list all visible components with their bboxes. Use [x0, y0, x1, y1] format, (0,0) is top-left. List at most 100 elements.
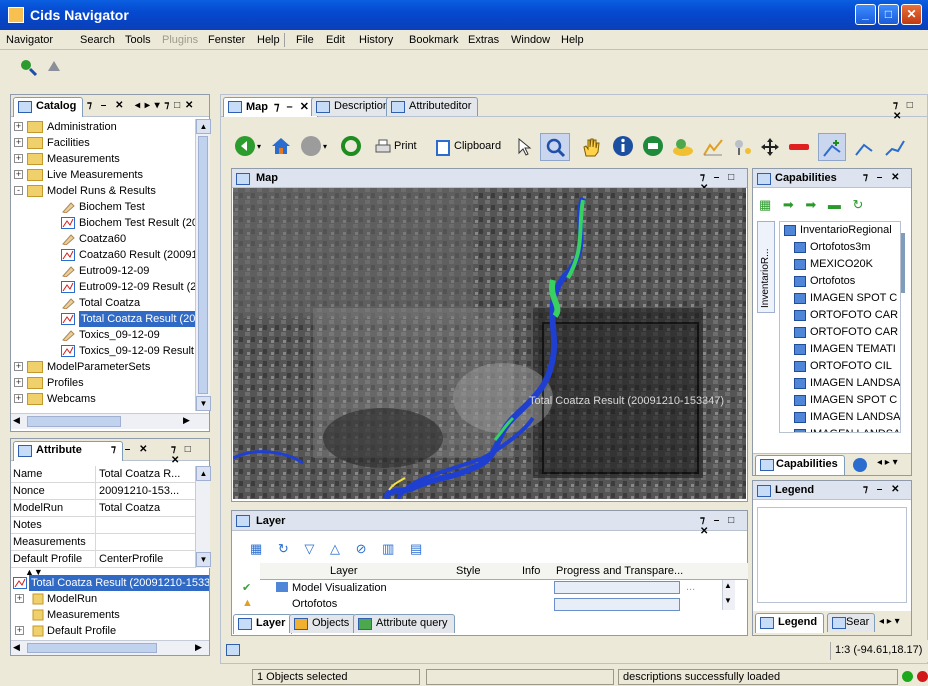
minimize-button[interactable]: _ [855, 4, 876, 25]
catalog-item[interactable]: Coatza60 [11, 231, 195, 247]
more-button[interactable]: ... [686, 581, 695, 593]
catalog-item[interactable]: + Live Measurements [11, 167, 195, 183]
center-window-controls[interactable]: ⁊ □ ✕ [893, 100, 927, 122]
expand-toggle[interactable]: + [14, 362, 23, 371]
attr-scroll-left[interactable]: ◀ [13, 642, 20, 653]
refresh-icon[interactable] [340, 135, 362, 157]
col-progress[interactable]: Progress and Transpare... [556, 565, 683, 577]
scroll-left-button[interactable]: ◀ [13, 415, 20, 426]
capabilities-controls[interactable]: ⁊ – ✕ [863, 172, 902, 183]
remove-icon[interactable] [788, 142, 810, 152]
menu-window[interactable]: Window [511, 34, 550, 46]
expand-toggle[interactable]: + [14, 122, 23, 131]
attr-scroll-down[interactable]: ▼ [196, 552, 211, 567]
tab-attributeditor[interactable]: Attributeditor [386, 97, 479, 116]
tab-catalog[interactable]: Catalog [13, 97, 84, 117]
forward-icon[interactable] [300, 135, 322, 157]
menu-search[interactable]: Search [80, 34, 115, 46]
scroll-thumb[interactable] [198, 136, 208, 394]
map-canvas[interactable]: Total Coatza Result (20091210-153347) [233, 188, 746, 499]
menu-help-left[interactable]: Help [257, 34, 280, 46]
attribute-tree-item[interactable]: Total Coatza Result (20091210-1533 [11, 575, 209, 591]
attr-hscroll-thumb[interactable] [27, 643, 157, 653]
navigator-icon[interactable] [18, 57, 38, 77]
menu-tools[interactable]: Tools [125, 34, 151, 46]
tab-objects[interactable]: Objects [289, 614, 357, 633]
pin-icon[interactable] [732, 137, 754, 157]
attribute-row[interactable]: Default Profile CenterProfile [11, 551, 195, 568]
catalog-vscroll[interactable]: ▲ ▼ [195, 119, 211, 411]
pan-hand-icon[interactable] [580, 136, 602, 158]
catalog-window-controls[interactable]: ⁊ – ✕ [87, 100, 126, 111]
tab-search[interactable]: Sear [827, 613, 875, 632]
capabilities-side-tab[interactable]: InventarioR... [757, 221, 775, 313]
catalog-item[interactable]: Eutro09-12-09 [11, 263, 195, 279]
catalog-item[interactable]: + ModelParameterSets [11, 359, 195, 375]
menu-fenster[interactable]: Fenster [208, 34, 245, 46]
tab-description[interactable]: Description [311, 97, 397, 116]
layer-row-ortofotos[interactable]: ▲ Ortofotos [232, 597, 730, 611]
attribute-extra-controls[interactable]: ⁊ □ ✕ [171, 444, 209, 466]
polyline-icon[interactable] [854, 137, 876, 157]
attr-scroll-right[interactable]: ▶ [195, 642, 202, 653]
home-icon[interactable] [270, 135, 292, 157]
menu-navigator[interactable]: Navigator [6, 34, 53, 46]
capabilities-item[interactable]: ORTOFOTO CAR [794, 307, 898, 324]
catalog-item[interactable]: + Webcams [11, 391, 195, 407]
catalog-item[interactable]: Total Coatza Result (200 [11, 311, 195, 327]
expand-toggle[interactable]: - [14, 186, 23, 195]
maximize-button[interactable]: □ [878, 4, 899, 25]
catalog-nav-controls[interactable]: ◂ ▸ ▾ ⁊ □ ✕ [135, 100, 194, 111]
capabilities-item[interactable]: ORTOFOTO CIL [794, 358, 892, 375]
capabilities-item[interactable]: ORTOFOTO CAR [794, 324, 898, 341]
capabilities-scroll-thumb[interactable] [901, 233, 905, 293]
expand-toggle[interactable]: + [15, 626, 24, 635]
expand-toggle[interactable]: + [14, 378, 23, 387]
close-button[interactable]: ✕ [901, 4, 922, 25]
info-icon[interactable] [612, 135, 634, 157]
menu-history[interactable]: History [359, 34, 393, 46]
catalog-item[interactable]: - Model Runs & Results [11, 183, 195, 199]
zoom-button[interactable] [540, 133, 570, 161]
layer-toolbar[interactable]: ▦ ↻ ▽ △ ⊘ ▥ ▤ [250, 541, 428, 557]
transparency-slider[interactable] [554, 598, 680, 611]
feature-info-icon[interactable] [672, 137, 694, 157]
menu-help-right[interactable]: Help [561, 34, 584, 46]
capabilities-item[interactable]: IMAGEN LANDSA [794, 375, 900, 392]
col-layer[interactable]: Layer [330, 565, 358, 577]
catalog-item[interactable]: Total Coatza [11, 295, 195, 311]
expand-toggle[interactable]: + [14, 138, 23, 147]
capabilities-item[interactable]: IMAGEN SPOT C [794, 392, 897, 409]
attribute-row[interactable]: ModelRun Total Coatza [11, 500, 195, 517]
attribute-row[interactable]: Notes [11, 517, 195, 534]
expand-toggle[interactable]: + [14, 154, 23, 163]
forward-dropdown-icon[interactable]: ▾ [323, 142, 327, 151]
layer-scroll-down[interactable]: ▼ [724, 596, 732, 605]
layer-panel-controls[interactable]: ⁊ – □ ✕ [700, 515, 747, 537]
capabilities-item[interactable]: IMAGEN TEMATI [794, 341, 896, 358]
clipboard-button[interactable]: Clipboard [434, 136, 501, 158]
catalog-item[interactable]: + Measurements [11, 151, 195, 167]
tab-capabilities[interactable]: Capabilities [755, 455, 845, 475]
attribute-vscroll[interactable]: ▲ ▼ [195, 466, 211, 568]
legend-nav[interactable]: ◂ ▸ ▾ [879, 616, 900, 627]
layer-scroll-up[interactable]: ▲ [724, 581, 732, 590]
attr-scroll-up[interactable]: ▲ [196, 466, 211, 481]
legend-controls[interactable]: ⁊ – ✕ [863, 484, 902, 495]
col-info[interactable]: Info [522, 565, 540, 577]
attribute-tree-item[interactable]: Measurements [11, 607, 209, 623]
layer-row-model[interactable]: ✔ Model Visualization ... [232, 580, 730, 596]
catalog-item[interactable]: Biochem Test [11, 199, 195, 215]
attribute-tree-item[interactable]: + Default Profile [11, 623, 209, 639]
tab-attribute-query[interactable]: Attribute query [353, 614, 455, 633]
tab-attribute[interactable]: Attribute [13, 441, 123, 461]
col-style[interactable]: Style [456, 565, 480, 577]
catalog-item[interactable]: + Facilities [11, 135, 195, 151]
attribute-window-controls[interactable]: ⁊ – ✕ [111, 444, 150, 455]
expand-toggle[interactable]: + [14, 170, 23, 179]
menu-bookmark[interactable]: Bookmark [409, 34, 459, 46]
print-button[interactable]: Print [374, 136, 417, 158]
attribute-row[interactable]: Nonce 20091210-153... [11, 483, 195, 500]
info-tab-icon[interactable] [853, 458, 867, 472]
attribute-tree-item[interactable]: + ModelRun [11, 591, 209, 607]
